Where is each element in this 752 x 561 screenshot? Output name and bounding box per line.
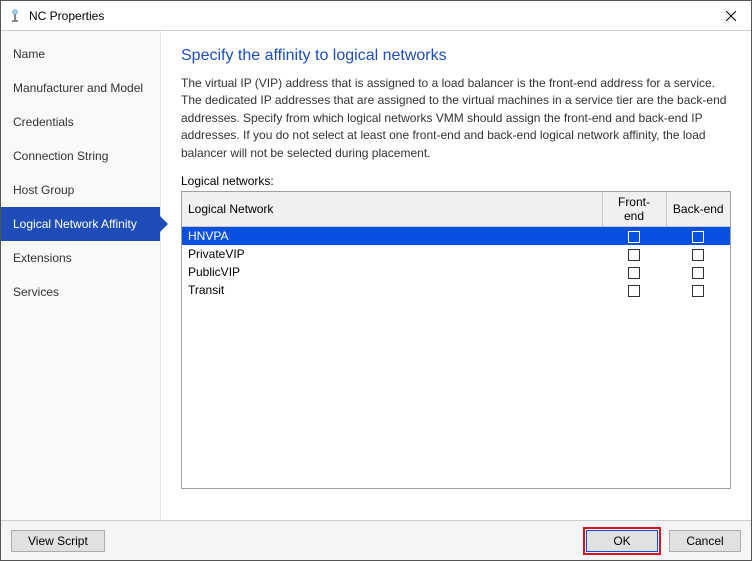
cell-name: PrivateVIP: [182, 245, 602, 263]
front-end-checkbox[interactable]: [628, 231, 640, 243]
app-icon: [7, 8, 23, 24]
cancel-button[interactable]: Cancel: [669, 530, 741, 552]
sidebar-item-services[interactable]: Services: [1, 275, 160, 309]
close-icon: [726, 11, 736, 21]
sidebar-item-extensions[interactable]: Extensions: [1, 241, 160, 275]
back-end-checkbox[interactable]: [692, 267, 704, 279]
back-end-checkbox[interactable]: [692, 249, 704, 261]
back-end-checkbox[interactable]: [692, 285, 704, 297]
window-title: NC Properties: [29, 9, 711, 23]
front-end-checkbox[interactable]: [628, 267, 640, 279]
sidebar: Name Manufacturer and Model Credentials …: [1, 31, 161, 521]
close-button[interactable]: [711, 2, 751, 30]
table-row[interactable]: PublicVIP: [182, 263, 730, 281]
front-end-checkbox[interactable]: [628, 285, 640, 297]
cell-name: HNVPA: [182, 226, 602, 245]
page-heading: Specify the affinity to logical networks: [181, 47, 731, 65]
list-label: Logical networks:: [181, 174, 731, 188]
table-row[interactable]: PrivateVIP: [182, 245, 730, 263]
page-description: The virtual IP (VIP) address that is ass…: [181, 75, 731, 162]
table-row[interactable]: HNVPA: [182, 226, 730, 245]
front-end-checkbox[interactable]: [628, 249, 640, 261]
back-end-checkbox[interactable]: [692, 231, 704, 243]
ok-button[interactable]: OK: [586, 530, 658, 552]
sidebar-item-manufacturer[interactable]: Manufacturer and Model: [1, 71, 160, 105]
sidebar-item-credentials[interactable]: Credentials: [1, 105, 160, 139]
ok-button-highlight: OK: [583, 527, 661, 555]
table-header-row: Logical Network Front-end Back-end: [182, 192, 730, 227]
col-front-end[interactable]: Front-end: [602, 192, 666, 227]
main-panel: Specify the affinity to logical networks…: [161, 31, 751, 521]
titlebar: NC Properties: [1, 1, 751, 31]
sidebar-item-host-group[interactable]: Host Group: [1, 173, 160, 207]
action-bar: View Script OK Cancel: [1, 520, 751, 560]
col-logical-network[interactable]: Logical Network: [182, 192, 602, 227]
sidebar-item-name[interactable]: Name: [1, 37, 160, 71]
sidebar-item-logical-network-affinity[interactable]: Logical Network Affinity: [1, 207, 160, 241]
logical-networks-table: Logical Network Front-end Back-end HNVPA…: [181, 191, 731, 489]
table-row[interactable]: Transit: [182, 281, 730, 299]
cell-name: Transit: [182, 281, 602, 299]
sidebar-item-connection-string[interactable]: Connection String: [1, 139, 160, 173]
cell-name: PublicVIP: [182, 263, 602, 281]
view-script-button[interactable]: View Script: [11, 530, 105, 552]
col-back-end[interactable]: Back-end: [666, 192, 730, 227]
